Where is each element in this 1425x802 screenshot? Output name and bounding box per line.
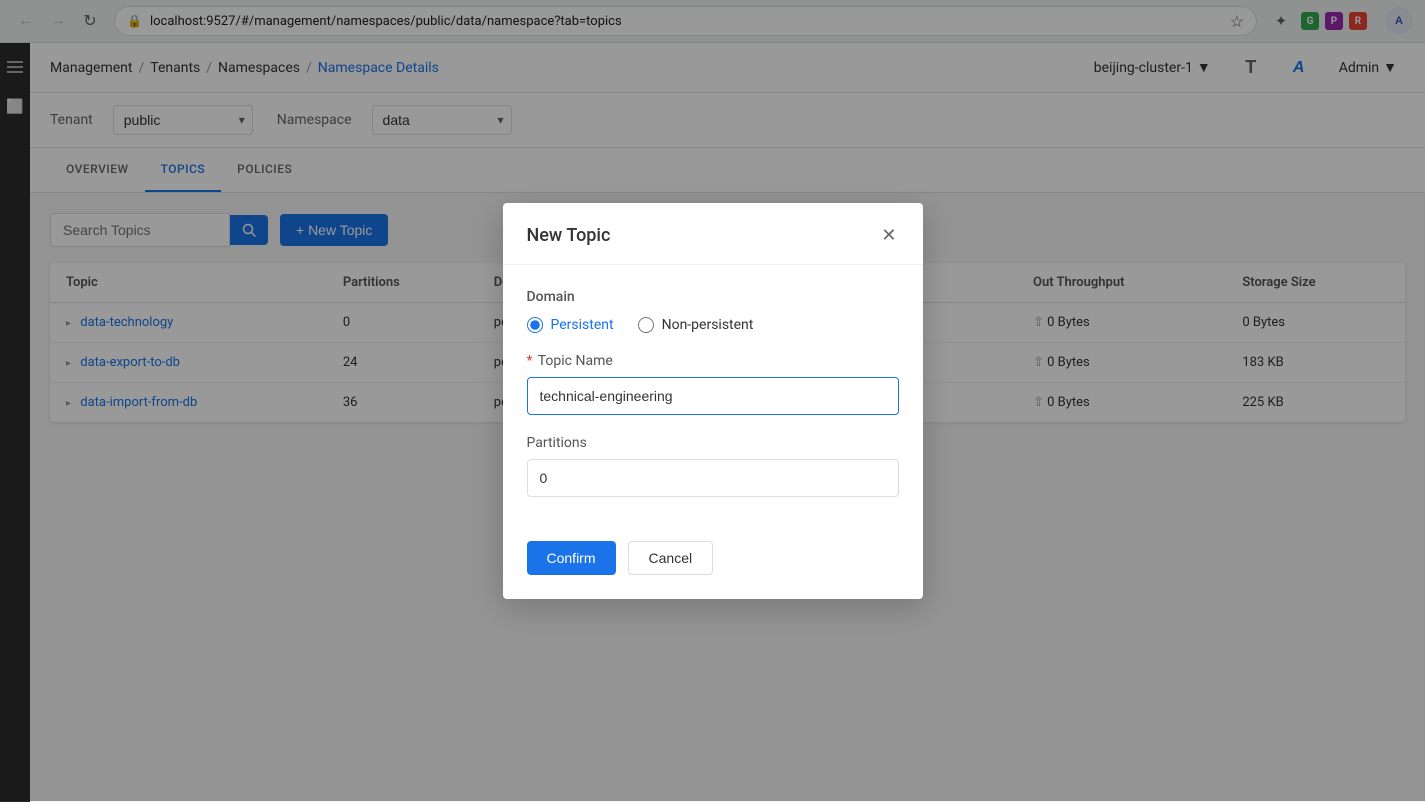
- partitions-group: Partitions: [527, 435, 899, 497]
- cancel-button[interactable]: Cancel: [628, 541, 714, 575]
- modal-body: Domain Persistent Non-persistent * To: [503, 265, 923, 541]
- modal-close-button[interactable]: ✕: [879, 223, 898, 248]
- domain-radio-group: Persistent Non-persistent: [527, 317, 899, 333]
- domain-label: Domain: [527, 289, 899, 305]
- topic-name-group: * Topic Name: [527, 353, 899, 415]
- topic-name-label: * Topic Name: [527, 353, 899, 369]
- modal-title: New Topic: [527, 225, 611, 246]
- non-persistent-radio[interactable]: [638, 317, 654, 333]
- confirm-button[interactable]: Confirm: [527, 541, 616, 575]
- persistent-radio[interactable]: [527, 317, 543, 333]
- partitions-input[interactable]: [527, 459, 899, 497]
- topic-name-label-text: Topic Name: [538, 353, 613, 369]
- topic-name-input[interactable]: [527, 377, 899, 415]
- modal-footer: Confirm Cancel: [503, 541, 923, 599]
- modal-overlay[interactable]: New Topic ✕ Domain Persistent Non-persis…: [0, 0, 1425, 801]
- modal-header: New Topic ✕: [503, 203, 923, 265]
- new-topic-modal: New Topic ✕ Domain Persistent Non-persis…: [503, 203, 923, 599]
- close-icon: ✕: [881, 225, 896, 246]
- non-persistent-option[interactable]: Non-persistent: [638, 317, 754, 333]
- domain-group: Domain Persistent Non-persistent: [527, 289, 899, 333]
- non-persistent-label: Non-persistent: [662, 317, 754, 333]
- partitions-label: Partitions: [527, 435, 899, 451]
- required-star: *: [527, 353, 533, 369]
- persistent-option[interactable]: Persistent: [527, 317, 614, 333]
- persistent-label: Persistent: [551, 317, 614, 333]
